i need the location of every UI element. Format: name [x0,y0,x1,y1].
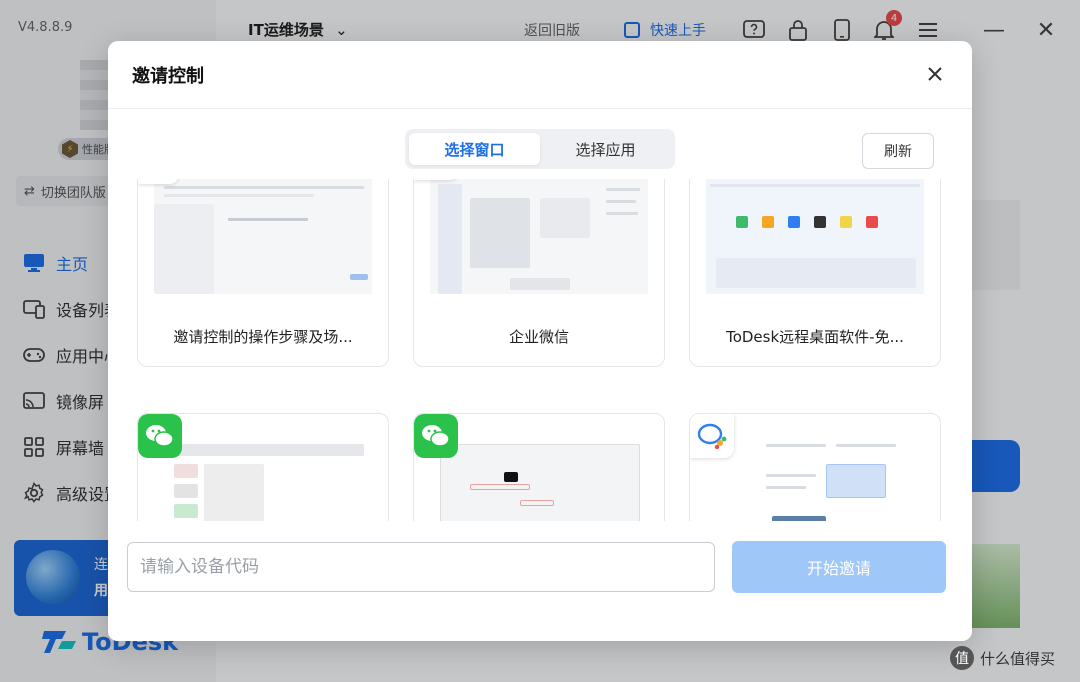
window-thumbnail [706,179,924,294]
window-card[interactable] [413,413,665,521]
wecom-icon [414,179,458,180]
window-card[interactable]: 邀请控制的操作步骤及场... [137,179,389,367]
device-code-input[interactable] [127,542,715,592]
source-tabs: 选择窗口 选择应用 [405,129,675,169]
window-card[interactable]: 企业微信 [413,179,665,367]
tab-select-window[interactable]: 选择窗口 [409,133,540,165]
start-invite-button[interactable]: 开始邀请 [732,541,946,593]
wecom-icon [690,414,734,458]
watermark: 值 什么值得买 [950,646,1055,670]
window-title: 企业微信 [508,328,569,346]
window-title: ToDesk远程桌面软件-免... [726,328,904,346]
window-title: 邀请控制的操作步骤及场... [173,328,353,346]
window-grid: 邀请控制的操作步骤及场... 企业微信 ToDesk远程桌面软件-免... [108,179,972,521]
watermark-text: 什么值得买 [980,649,1056,668]
window-thumbnail [154,179,372,294]
window-thumbnail [430,179,648,294]
window-thumbnail [430,434,648,521]
wechat-icon [138,414,182,458]
wechat-icon [414,414,458,458]
window-card[interactable] [689,413,941,521]
dialog-header: 邀请控制 [108,41,972,109]
tab-select-app[interactable]: 选择应用 [540,133,671,165]
watermark-logo-icon: 值 [950,646,974,670]
invite-control-dialog: 邀请控制 选择窗口 选择应用 刷新 邀请控制的操作步骤及场... 企业微信 To… [108,41,972,641]
close-icon[interactable] [924,63,946,85]
window-thumbnail [154,434,372,521]
window-card[interactable]: ToDesk远程桌面软件-免... [689,179,941,367]
window-card[interactable] [137,413,389,521]
refresh-button[interactable]: 刷新 [862,133,934,169]
doc-icon [138,179,178,184]
dialog-title: 邀请控制 [132,66,204,87]
window-thumbnail [706,434,924,521]
invite-bar: 开始邀请 [108,521,972,641]
